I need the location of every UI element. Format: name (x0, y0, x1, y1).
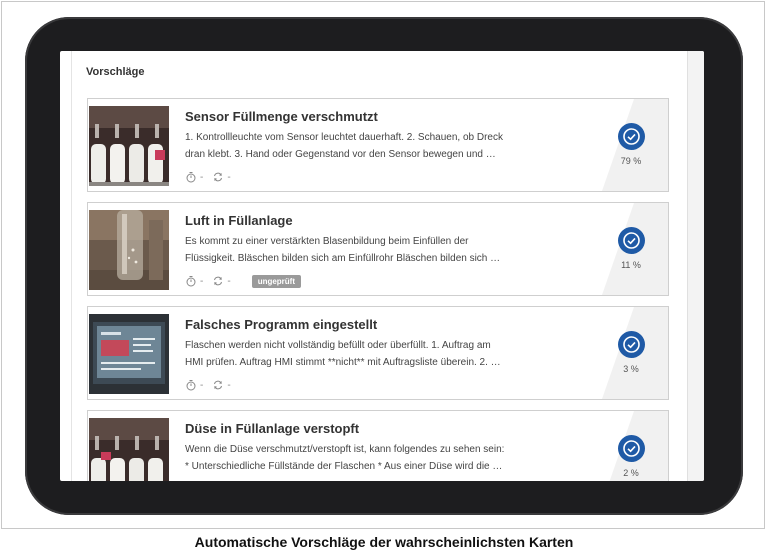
scrollbar[interactable] (687, 51, 704, 481)
card-description: Wenn die Düse verschmutzt/verstopft ist,… (185, 441, 555, 475)
repeat-icon (212, 171, 224, 183)
card-description-line: dran klebt. 3. Hand oder Gegenstand vor … (185, 149, 496, 160)
card-thumbnail (89, 314, 169, 394)
check-circle-icon[interactable] (617, 435, 645, 462)
score-value: 11 % (621, 260, 641, 270)
stopwatch-icon (185, 379, 197, 391)
card-meta: - - (185, 378, 240, 392)
divider (71, 51, 72, 481)
stopwatch-icon (185, 171, 197, 183)
card-description: Es kommt zu einer verstärkten Blasenbild… (185, 233, 555, 267)
repeat-icon (212, 275, 224, 287)
score-value: 79 % (620, 156, 642, 166)
glass-bottle-photo (89, 210, 169, 290)
card-score: 11 % (616, 227, 646, 270)
figure-caption: Automatische Vorschläge der wahrscheinli… (194, 534, 574, 550)
card-description: Flaschen werden nicht vollständig befüll… (185, 337, 555, 371)
stopwatch-icon (185, 275, 197, 287)
tablet-screen: Vorschläge Sensor Füllmenge verschmutzt … (60, 51, 704, 481)
suggestion-card[interactable]: Düse in Füllanlage verstopft Wenn die Dü… (87, 410, 669, 481)
meta-value: - (200, 275, 204, 287)
card-score: 2 % (616, 435, 646, 478)
status-badge: ungeprüft (251, 274, 302, 288)
card-meta: - - (185, 170, 240, 184)
milk-bottles-photo (89, 106, 169, 186)
card-title: Falsches Programm eingestellt (185, 317, 378, 332)
card-title: Sensor Füllmenge verschmutzt (185, 109, 378, 124)
card-title: Luft in Füllanlage (185, 213, 293, 228)
meta-value: - (227, 171, 231, 183)
meta-value: - (227, 275, 231, 287)
meta-value: - (227, 379, 231, 391)
suggestion-card[interactable]: Falsches Programm eingestellt Flaschen w… (87, 306, 669, 400)
hmi-panel-photo (89, 314, 169, 394)
card-title: Düse in Füllanlage verstopft (185, 421, 360, 436)
repeat-icon (212, 379, 224, 391)
check-circle-icon[interactable] (617, 123, 645, 150)
section-title: Vorschläge (86, 66, 145, 78)
card-score: 3 % (616, 331, 646, 374)
suggestion-list: Sensor Füllmenge verschmutzt 1. Kontroll… (87, 98, 669, 481)
check-circle-icon[interactable] (617, 331, 645, 358)
card-description: 1. Kontrollleuchte vom Sensor leuchtet d… (185, 129, 555, 163)
card-description-line: Flaschen werden nicht vollständig befüll… (185, 340, 491, 351)
card-score: 79 % (616, 123, 646, 166)
card-description-line: 1. Kontrollleuchte vom Sensor leuchtet d… (185, 132, 503, 143)
suggestion-card[interactable]: Luft in Füllanlage Es kommt zu einer ver… (87, 202, 669, 296)
card-description-line: Wenn die Düse verschmutzt/verstopft ist,… (185, 444, 505, 455)
score-value: 3 % (623, 364, 639, 374)
score-value: 2 % (623, 468, 639, 478)
card-meta: - - ungeprüft (185, 274, 302, 288)
check-circle-icon[interactable] (617, 227, 645, 254)
card-description-line: * Unterschiedliche Füllstände der Flasch… (185, 461, 503, 472)
suggestion-card[interactable]: Sensor Füllmenge verschmutzt 1. Kontroll… (87, 98, 669, 192)
card-description-line: Flüssigkeit. Bläschen bilden sich am Ein… (185, 253, 501, 264)
meta-value: - (200, 379, 204, 391)
card-description-line: Es kommt zu einer verstärkten Blasenbild… (185, 236, 469, 247)
card-thumbnail (89, 210, 169, 290)
milk-bottles-nozzles-photo (89, 418, 169, 481)
meta-value: - (200, 171, 204, 183)
card-thumbnail (89, 106, 169, 186)
card-description-line: HMI prüfen. Auftrag HMI stimmt **nicht**… (185, 357, 501, 368)
card-thumbnail (89, 418, 169, 481)
